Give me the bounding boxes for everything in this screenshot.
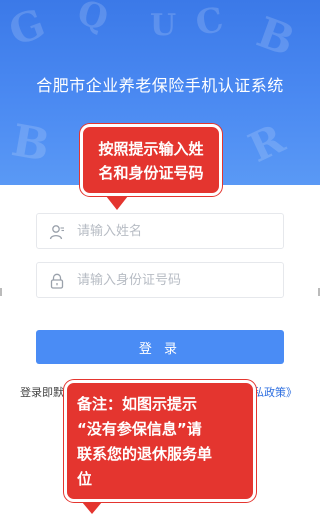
annotation-line: 名和身份证号码: [98, 164, 204, 182]
annotation-line: 按照提示输入姓: [98, 140, 204, 158]
name-input[interactable]: [77, 214, 277, 248]
annotation-line: “没有参保信息”请: [77, 420, 202, 438]
edge-marker: [0, 288, 2, 296]
decorative-letter: B: [250, 7, 301, 66]
annotation-line: 联系您的退休服务单: [77, 445, 213, 463]
lock-icon: [49, 273, 65, 289]
decorative-letter: Q: [73, 0, 113, 40]
annotation-bubble-top: 按照提示输入姓 名和身份证号码: [80, 124, 222, 196]
agreement-prefix: 登录即默: [20, 386, 64, 399]
name-field[interactable]: [36, 213, 284, 249]
decorative-letter: U: [150, 8, 177, 43]
decorative-letter: B: [7, 115, 54, 172]
id-number-input[interactable]: [77, 263, 277, 297]
annotation-pointer: [106, 196, 128, 210]
annotation-line: 备注：如图示提示: [77, 395, 198, 413]
id-number-field[interactable]: [36, 262, 284, 298]
annotation-bubble-bottom: 备注：如图示提示 “没有参保信息”请 联系您的退休服务单 位: [64, 380, 256, 502]
page-title: 合肥市企业养老保险手机认证系统: [36, 76, 284, 95]
login-button[interactable]: 登 录: [36, 330, 284, 364]
annotation-pointer: [82, 502, 102, 514]
decorative-letter: G: [2, 0, 52, 56]
user-icon: [49, 224, 65, 240]
decorative-letter: R: [241, 115, 292, 172]
decorative-letter: C: [192, 0, 227, 45]
annotation-line: 位: [77, 470, 93, 488]
